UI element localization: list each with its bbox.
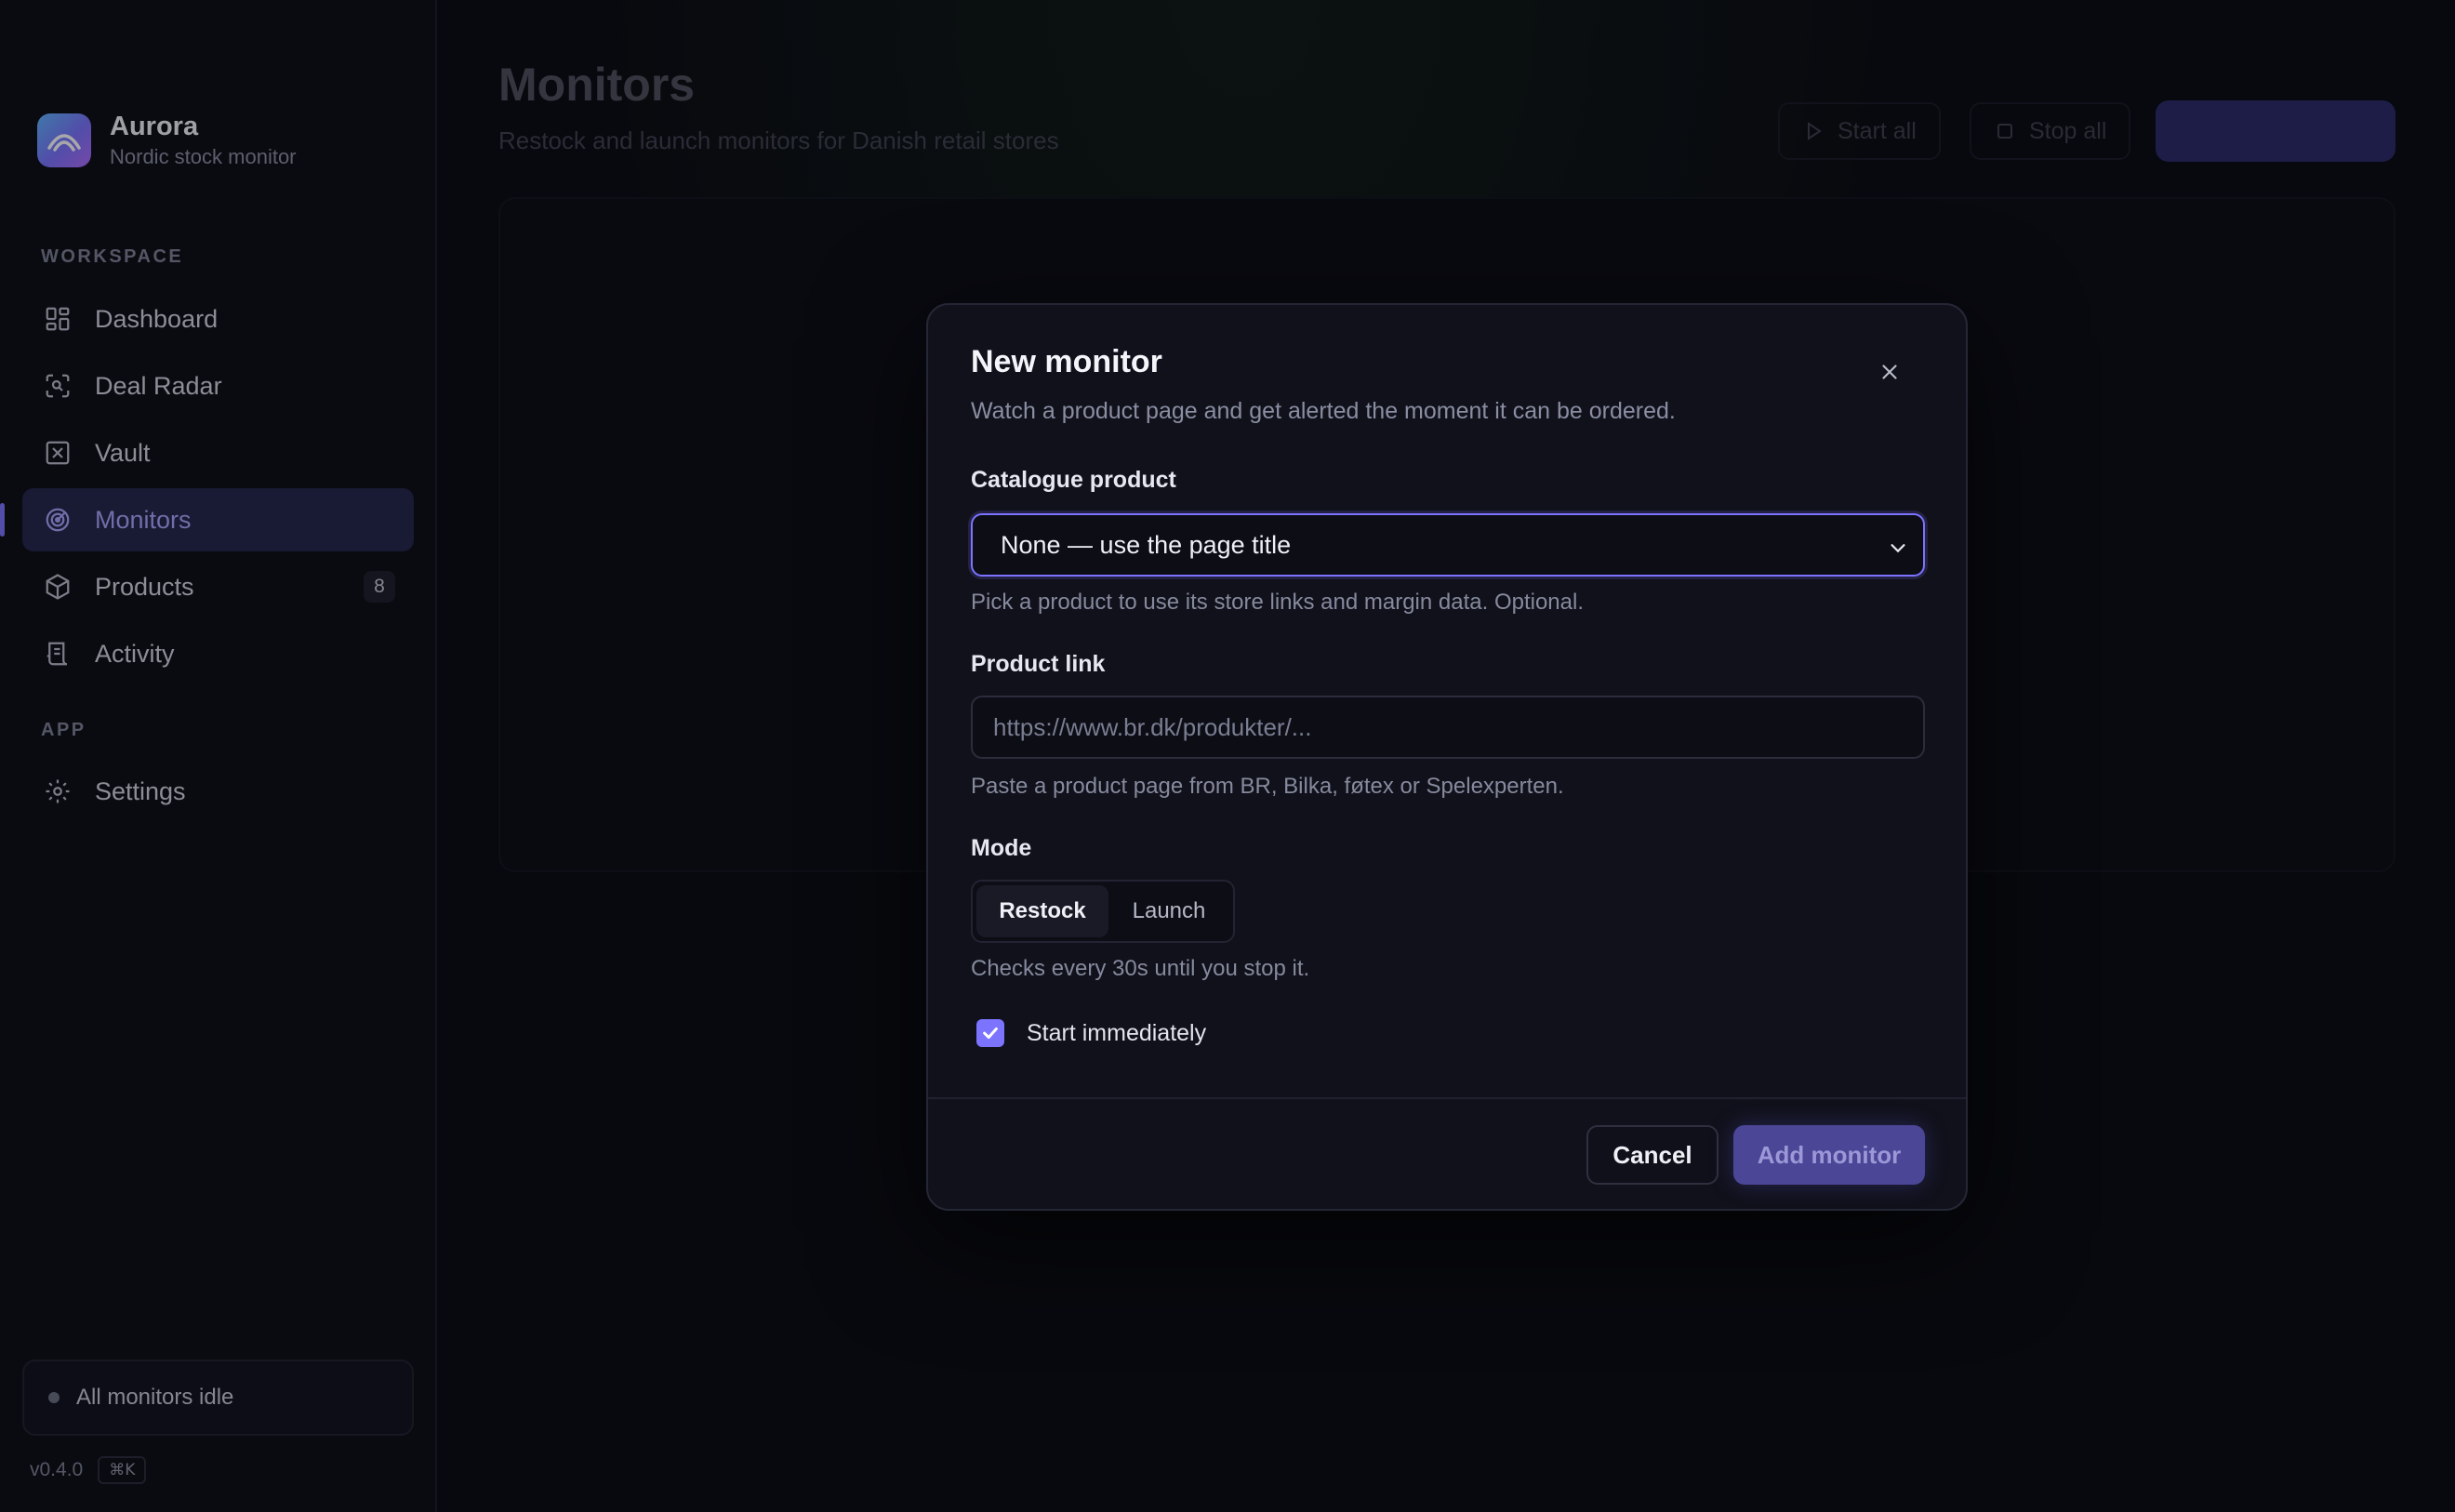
mode-restock-option[interactable]: Restock xyxy=(976,885,1108,937)
dialog-subtitle: Watch a product page and get alerted the… xyxy=(971,398,1676,424)
mode-help: Checks every 30s until you stop it. xyxy=(971,956,1310,981)
chevron-down-icon xyxy=(1888,536,1908,564)
product-link-input[interactable] xyxy=(971,696,1925,759)
catalogue-product-select[interactable]: None — use the page title xyxy=(971,513,1925,577)
close-icon[interactable] xyxy=(1873,355,1906,389)
product-link-label: Product link xyxy=(971,651,1106,677)
add-monitor-button[interactable]: Add monitor xyxy=(1733,1125,1925,1185)
catalogue-product-label: Catalogue product xyxy=(971,467,1176,493)
catalogue-product-value: None — use the page title xyxy=(1001,530,1292,559)
catalogue-product-help: Pick a product to use its store links an… xyxy=(971,590,1585,615)
dialog-title: New monitor xyxy=(971,344,1162,379)
start-immediately-label: Start immediately xyxy=(1027,1019,1207,1046)
product-link-help: Paste a product page from BR, Bilka, føt… xyxy=(971,774,1564,799)
mode-label: Mode xyxy=(971,835,1032,861)
mode-segmented-control: Restock Launch xyxy=(971,880,1235,943)
cancel-button[interactable]: Cancel xyxy=(1586,1125,1718,1185)
start-immediately-checkbox[interactable] xyxy=(976,1019,1004,1047)
mode-launch-option[interactable]: Launch xyxy=(1108,885,1229,937)
new-monitor-dialog: New monitor Watch a product page and get… xyxy=(926,303,1968,1211)
dialog-footer-divider xyxy=(928,1097,1966,1099)
start-immediately-row[interactable]: Start immediately xyxy=(976,1019,1206,1047)
checkmark-icon xyxy=(983,1027,998,1040)
